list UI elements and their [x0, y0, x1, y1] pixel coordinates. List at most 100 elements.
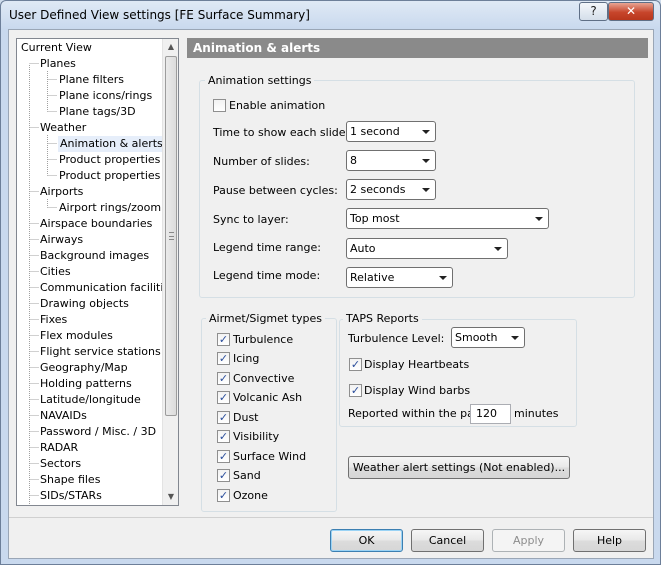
airmet-sigmet-label: Airmet/Sigmet types: [206, 312, 326, 325]
tree-item-latitude-longitude[interactable]: Latitude/longitude: [40, 392, 141, 408]
tree-item-planes[interactable]: Planes: [40, 56, 76, 72]
tree-item-plane-icons-rings[interactable]: Plane icons/rings: [59, 88, 152, 104]
cancel-button[interactable]: Cancel: [411, 529, 484, 552]
scroll-thumb[interactable]: [165, 56, 177, 416]
tree-item-flex-modules[interactable]: Flex modules: [40, 328, 113, 344]
number-of-slides-select[interactable]: 8: [346, 150, 436, 171]
tree-scrollbar[interactable]: ▲ ▼: [162, 39, 178, 505]
scroll-grip-icon: [169, 232, 174, 240]
help-title-button[interactable]: ?: [579, 2, 608, 21]
surface-wind-label: Surface Wind: [233, 450, 307, 463]
tree-item-holding-patterns[interactable]: Holding patterns: [40, 376, 132, 392]
sand-label: Sand: [233, 469, 261, 482]
sand-checkbox[interactable]: ✓: [217, 469, 230, 482]
tree-item-airways[interactable]: Airways: [40, 232, 83, 248]
legend-time-mode-value: Relative: [350, 271, 395, 284]
tree-item-communication-facilities[interactable]: Communication facilities: [40, 280, 176, 296]
visibility-checkbox[interactable]: ✓: [217, 430, 230, 443]
sync-to-layer-select[interactable]: Top most: [346, 208, 549, 229]
tree-item-navaids[interactable]: NAVAIDs: [40, 408, 87, 424]
legend-time-range-label: Legend time range:: [213, 241, 321, 254]
display-wind-barbs-label: Display Wind barbs: [364, 384, 471, 397]
scroll-up-arrow-icon[interactable]: ▲: [163, 39, 178, 55]
surface-wind-checkbox[interactable]: ✓: [217, 450, 230, 463]
reported-minutes-input[interactable]: 120: [470, 404, 511, 424]
tree-item-product-properties[interactable]: Product properties: [59, 152, 160, 168]
chevron-down-icon: [439, 276, 447, 280]
pause-between-cycles-select[interactable]: 2 seconds: [346, 179, 436, 200]
tree-item-cities[interactable]: Cities: [40, 264, 71, 280]
tree-item-airports[interactable]: Airports: [40, 184, 83, 200]
tree-item-fixes[interactable]: Fixes: [40, 312, 67, 328]
weather-alert-settings-button[interactable]: Weather alert settings (Not enabled)...: [348, 456, 570, 479]
taps-reports-label: TAPS Reports: [343, 312, 422, 325]
display-wind-barbs-checkbox[interactable]: ✓: [349, 384, 362, 397]
tree-item-animation-alerts[interactable]: Animation & alerts: [58, 136, 165, 152]
enable-animation-checkbox[interactable]: ✓: [213, 99, 226, 112]
tree-item-shape-files[interactable]: Shape files: [40, 472, 100, 488]
chevron-down-icon: [494, 247, 502, 251]
slide-time-label: Time to show each slide:: [213, 126, 350, 139]
tree-item-product-properties-2[interactable]: Product properties 2: [59, 168, 171, 184]
tree-item-airport-rings-zoom[interactable]: Airport rings/zoom: [59, 200, 161, 216]
close-button[interactable]: ✕: [608, 2, 654, 21]
scroll-down-arrow-icon[interactable]: ▼: [163, 489, 178, 505]
visibility-label: Visibility: [233, 430, 280, 443]
animation-settings-label: Animation settings: [205, 74, 315, 87]
enable-animation-label: Enable animation: [229, 99, 326, 112]
icing-label: Icing: [233, 352, 260, 365]
minutes-label: minutes: [514, 407, 559, 420]
tree-item-weather[interactable]: Weather: [40, 120, 86, 136]
ozone-label: Ozone: [233, 489, 268, 502]
window-title: User Defined View settings [FE Surface S…: [9, 8, 310, 22]
slide-time-select[interactable]: 1 second: [346, 121, 436, 142]
tree-item-flight-service-stations[interactable]: Flight service stations: [40, 344, 161, 360]
legend-time-mode-select[interactable]: Relative: [346, 267, 453, 288]
chevron-down-icon: [535, 217, 543, 221]
apply-button[interactable]: Apply: [492, 529, 565, 552]
legend-time-mode-label: Legend time mode:: [213, 269, 321, 282]
chevron-down-icon: [422, 130, 430, 134]
pause-between-cycles-value: 2 seconds: [350, 183, 406, 196]
number-of-slides-value: 8: [350, 154, 357, 167]
turbulence-level-select[interactable]: Smooth: [451, 327, 525, 348]
convective-checkbox[interactable]: ✓: [217, 372, 230, 385]
legend-time-range-value: Auto: [350, 242, 376, 255]
ozone-checkbox[interactable]: ✓: [217, 489, 230, 502]
dust-label: Dust: [233, 411, 259, 424]
tree-item-radar[interactable]: RADAR: [40, 440, 78, 456]
panel-header: Animation & alerts: [187, 38, 648, 58]
tree-item-geography-map[interactable]: Geography/Map: [40, 360, 128, 376]
slide-time-value: 1 second: [350, 125, 400, 138]
tree-item-background-images[interactable]: Background images: [40, 248, 149, 264]
turbulence-level-label: Turbulence Level:: [348, 332, 445, 345]
dust-checkbox[interactable]: ✓: [217, 411, 230, 424]
number-of-slides-label: Number of slides:: [213, 155, 310, 168]
turbulence-level-value: Smooth: [455, 331, 498, 344]
tree-item-sectors[interactable]: Sectors: [40, 456, 81, 472]
legend-time-range-select[interactable]: Auto: [346, 238, 508, 259]
tree-item-sids-stars[interactable]: SIDs/STARs: [40, 488, 102, 504]
tree-item-plane-filters[interactable]: Plane filters: [59, 72, 124, 88]
sync-to-layer-label: Sync to layer:: [213, 213, 289, 226]
tree-item-password-misc-3d[interactable]: Password / Misc. / 3D: [40, 424, 156, 440]
convective-label: Convective: [233, 372, 295, 385]
chevron-down-icon: [511, 336, 519, 340]
tree-item-drawing-objects[interactable]: Drawing objects: [40, 296, 129, 312]
sync-to-layer-value: Top most: [350, 212, 400, 225]
dialog-window: User Defined View settings [FE Surface S…: [0, 0, 661, 565]
dialog-client: Current View Planes Plane filters Plane …: [8, 29, 654, 559]
display-heartbeats-label: Display Heartbeats: [364, 358, 470, 371]
help-button[interactable]: Help: [573, 529, 646, 552]
tree-item-plane-tags-3d[interactable]: Plane tags/3D: [59, 104, 136, 120]
tree-item-current-view[interactable]: Current View: [21, 40, 92, 56]
display-heartbeats-checkbox[interactable]: ✓: [349, 358, 362, 371]
ok-button[interactable]: OK: [330, 529, 403, 552]
tree-item-airspace-boundaries[interactable]: Airspace boundaries: [40, 216, 152, 232]
volcanic-ash-checkbox[interactable]: ✓: [217, 391, 230, 404]
turbulence-checkbox[interactable]: ✓: [217, 333, 230, 346]
settings-tree[interactable]: Current View Planes Plane filters Plane …: [16, 38, 179, 506]
chevron-down-icon: [422, 159, 430, 163]
chevron-down-icon: [422, 188, 430, 192]
icing-checkbox[interactable]: ✓: [217, 352, 230, 365]
